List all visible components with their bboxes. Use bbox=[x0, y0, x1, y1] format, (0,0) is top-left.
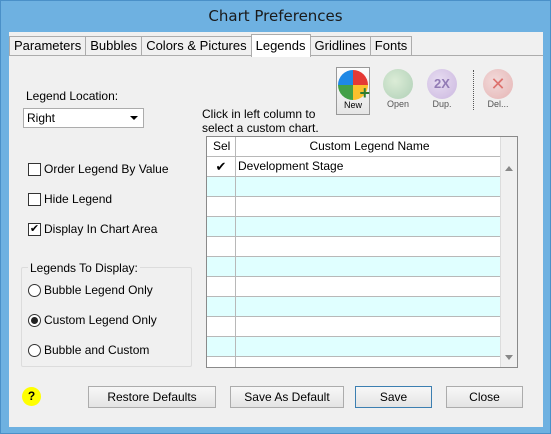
duplicate-button[interactable]: 2X Dup. bbox=[425, 67, 459, 115]
row-select-checkmark[interactable]: ✔ bbox=[207, 157, 236, 176]
table-row[interactable] bbox=[207, 177, 501, 197]
plus-icon: + bbox=[359, 83, 370, 103]
vertical-scrollbar[interactable] bbox=[500, 137, 517, 367]
checkbox-hide-legend[interactable] bbox=[28, 192, 41, 206]
window-title: Chart Preferences bbox=[208, 7, 343, 25]
chart-preferences-window: Chart Preferences Parameters Bubbles Col… bbox=[0, 0, 551, 434]
new-chart-icon: + bbox=[338, 70, 370, 103]
radio-label: Bubble Legend Only bbox=[44, 283, 153, 297]
instruction-line-1: Click in left column to bbox=[202, 107, 316, 121]
new-button[interactable]: + New bbox=[336, 67, 370, 115]
delete-icon: ✕ bbox=[483, 69, 513, 99]
table-row[interactable]: ✔ Development Stage bbox=[207, 157, 501, 177]
table-row[interactable] bbox=[207, 357, 501, 367]
radio-button[interactable] bbox=[28, 283, 41, 297]
save-button[interactable]: Save bbox=[355, 386, 432, 408]
close-button[interactable]: Close bbox=[446, 386, 523, 408]
order-legend-checkbox[interactable]: Order Legend By Value bbox=[28, 162, 169, 176]
legend-location-value: Right bbox=[27, 111, 56, 125]
dialog-client: Parameters Bubbles Colors & Pictures Leg… bbox=[9, 32, 543, 427]
radio-label: Custom Legend Only bbox=[44, 313, 157, 327]
duplicate-button-label: Dup. bbox=[432, 99, 452, 109]
legends-to-display-title: Legends To Display: bbox=[28, 261, 140, 275]
radio-button[interactable] bbox=[28, 313, 41, 327]
header-custom-legend-name: Custom Legend Name bbox=[309, 139, 430, 153]
table-row[interactable] bbox=[207, 217, 501, 237]
legends-panel: Legend Location: Right Order Legend By V… bbox=[9, 55, 543, 427]
tab-parameters[interactable]: Parameters bbox=[9, 36, 87, 56]
hide-legend-checkbox[interactable]: Hide Legend bbox=[28, 192, 112, 206]
hide-legend-label: Hide Legend bbox=[44, 192, 113, 206]
display-in-chart-checkbox[interactable]: ✔ Display In Chart Area bbox=[28, 222, 157, 236]
checkbox-display-in-chart[interactable]: ✔ bbox=[28, 222, 41, 236]
table-row[interactable] bbox=[207, 297, 501, 317]
radio-custom-legend-only[interactable]: Custom Legend Only bbox=[28, 313, 157, 327]
tab-fonts[interactable]: Fonts bbox=[369, 36, 413, 56]
row-name[interactable]: Development Stage bbox=[236, 157, 501, 176]
tab-strip: Parameters Bubbles Colors & Pictures Leg… bbox=[9, 34, 413, 57]
scroll-down-icon[interactable] bbox=[505, 355, 513, 360]
duplicate-icon: 2X bbox=[427, 69, 457, 99]
scroll-up-icon[interactable] bbox=[505, 166, 513, 171]
open-button[interactable]: Open bbox=[381, 67, 415, 115]
grid-header: Sel Custom Legend Name bbox=[207, 137, 501, 157]
instruction-line-2: select a custom chart. bbox=[202, 121, 319, 135]
order-legend-label: Order Legend By Value bbox=[44, 162, 169, 176]
chevron-down-icon bbox=[130, 116, 138, 120]
table-row[interactable] bbox=[207, 257, 501, 277]
legend-location-label: Legend Location: bbox=[26, 89, 119, 103]
tab-legends[interactable]: Legends bbox=[250, 34, 311, 57]
custom-legend-grid: Sel Custom Legend Name ✔ Development Sta… bbox=[206, 136, 518, 368]
table-row[interactable] bbox=[207, 197, 501, 217]
radio-selected-dot bbox=[31, 316, 38, 324]
toolbar-separator bbox=[473, 70, 474, 110]
tab-gridlines[interactable]: Gridlines bbox=[309, 36, 371, 56]
tab-bubbles[interactable]: Bubbles bbox=[85, 36, 143, 56]
table-row[interactable] bbox=[207, 237, 501, 257]
open-button-label: Open bbox=[386, 99, 410, 109]
legend-location-select[interactable]: Right bbox=[23, 108, 144, 128]
table-row[interactable] bbox=[207, 337, 501, 357]
save-as-default-button[interactable]: Save As Default bbox=[230, 386, 344, 408]
radio-bubble-legend-only[interactable]: Bubble Legend Only bbox=[28, 283, 153, 297]
restore-defaults-button[interactable]: Restore Defaults bbox=[88, 386, 216, 408]
table-row[interactable] bbox=[207, 277, 501, 297]
tab-colors-pictures[interactable]: Colors & Pictures bbox=[141, 36, 252, 56]
table-row[interactable] bbox=[207, 317, 501, 337]
delete-button[interactable]: ✕ Del... bbox=[481, 67, 515, 115]
checkbox-order-legend[interactable] bbox=[28, 162, 41, 176]
radio-label: Bubble and Custom bbox=[44, 343, 150, 357]
radio-bubble-and-custom[interactable]: Bubble and Custom bbox=[28, 343, 149, 357]
header-sel: Sel bbox=[207, 137, 236, 156]
instruction-text: Click in left column to select a custom … bbox=[202, 107, 319, 135]
display-in-chart-label: Display In Chart Area bbox=[44, 222, 158, 236]
delete-button-label: Del... bbox=[487, 99, 509, 109]
help-icon[interactable]: ? bbox=[22, 387, 41, 406]
open-chart-icon bbox=[383, 69, 413, 99]
radio-button[interactable] bbox=[28, 343, 41, 357]
